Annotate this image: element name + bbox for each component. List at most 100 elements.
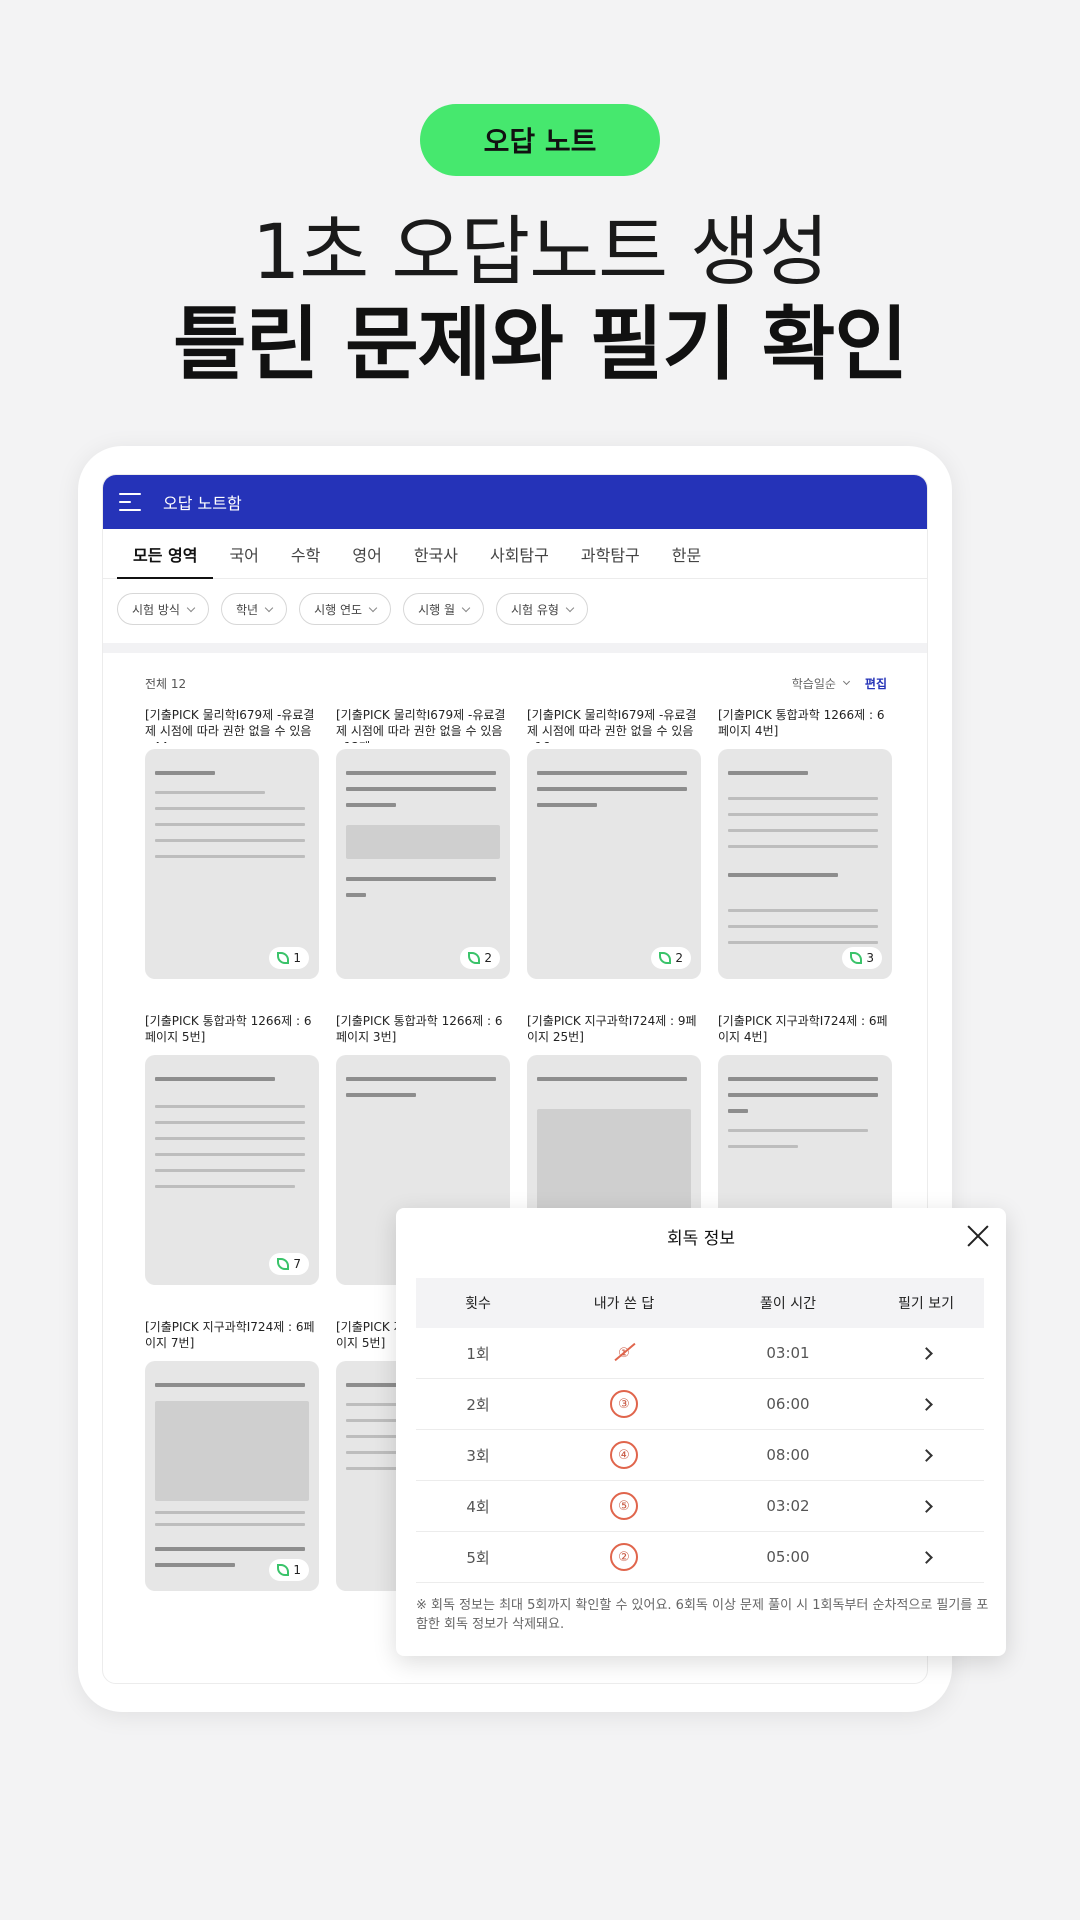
subject-tabs: 모든 영역 국어 수학 영어 한국사 사회탐구 과학탐구 한문 (103, 529, 927, 579)
review-info-sheet: 회독 정보 횟수 내가 쓴 답 풀이 시간 필기 보기 1회 ① 03:01 2… (396, 1208, 1006, 1656)
filter-year[interactable]: 시행 연도 (299, 593, 392, 625)
headline-line2: 틀린 문제와 필기 확인 (173, 298, 908, 391)
time-cell: 05:00 (766, 1548, 810, 1566)
tab-math[interactable]: 수학 (275, 529, 336, 578)
card-title: [기출PICK 통합과학 1266제 : 6페이지 5번] (145, 1014, 312, 1044)
answer-mark: ③ (610, 1390, 638, 1418)
table-row[interactable]: 1회 ① 03:01 (416, 1328, 984, 1379)
filter-label: 시행 월 (418, 602, 455, 617)
tab-korean-history[interactable]: 한국사 (398, 529, 474, 578)
round-cell: 4회 (466, 1497, 490, 1516)
chevron-right-icon (919, 1346, 933, 1360)
tab-korean[interactable]: 국어 (213, 529, 274, 578)
badge-count: 3 (866, 951, 874, 965)
edit-button[interactable]: 편집 (865, 675, 887, 692)
leaf-icon (468, 952, 481, 964)
card-title: [기출PICK 물리학I679제 -유료결제 시점에 따라 권한 없을 수 있음… (145, 708, 315, 743)
filter-exam-method[interactable]: 시험 방식 (117, 593, 209, 625)
review-count-badge: 1 (269, 1559, 309, 1581)
review-count-badge: 2 (651, 947, 691, 969)
chevron-down-icon (461, 603, 471, 612)
review-count-badge: 7 (269, 1253, 309, 1275)
time-cell: 03:01 (766, 1344, 810, 1362)
sheet-title: 회독 정보 (667, 1229, 735, 1249)
note-card[interactable]: [기출PICK 통합과학 1266제 : 6페이지 4번] 3 (718, 707, 892, 979)
round-cell: 2회 (466, 1395, 490, 1414)
tab-social-studies[interactable]: 사회탐구 (474, 529, 565, 578)
leaf-icon (659, 952, 672, 964)
view-notes-button[interactable] (868, 1346, 984, 1360)
round-cell: 3회 (466, 1446, 490, 1465)
review-count-badge: 1 (269, 947, 309, 969)
note-card[interactable]: [기출PICK 지구과학I724제 : 6페이지 7번] 1 (145, 1319, 319, 1591)
answer-cell: ① (540, 1339, 708, 1367)
review-count-badge: 2 (460, 947, 500, 969)
problem-thumbnail: 3 (718, 749, 892, 979)
filter-exam-type[interactable]: 시험 유형 (496, 593, 588, 625)
chevron-down-icon (842, 677, 850, 686)
tab-chinese[interactable]: 한문 (656, 529, 717, 578)
col-notes: 필기 보기 (898, 1296, 954, 1312)
leaf-icon (850, 952, 863, 964)
tab-all[interactable]: 모든 영역 (117, 529, 214, 579)
chevron-down-icon (368, 603, 378, 612)
answer-cell: ③ (540, 1390, 708, 1418)
answer-cell: ④ (540, 1441, 708, 1469)
section-divider (103, 643, 927, 653)
menu-icon[interactable] (119, 493, 141, 511)
chevron-right-icon (919, 1499, 933, 1513)
sort-label: 학습일순 (791, 676, 836, 691)
chevron-down-icon (565, 603, 575, 612)
section-pill: 오답 노트 (420, 104, 660, 176)
card-title: [기출PICK 지구과학I724제 : 9페이지 25번] (527, 1014, 697, 1044)
view-notes-button[interactable] (868, 1499, 984, 1513)
answer-mark: ② (610, 1543, 638, 1571)
leaf-icon (277, 1258, 290, 1270)
badge-count: 7 (293, 1257, 301, 1271)
card-title: [기출PICK 물리학I679제 -유료결제 시점에 따라 권한 없을 수 있음… (336, 708, 506, 743)
chevron-down-icon (186, 603, 196, 612)
close-icon[interactable] (966, 1224, 990, 1248)
chevron-right-icon (919, 1448, 933, 1462)
round-cell: 1회 (466, 1344, 490, 1363)
note-card[interactable]: [기출PICK 통합과학 1266제 : 6페이지 5번] 7 (145, 1013, 319, 1285)
filter-month[interactable]: 시행 월 (403, 593, 484, 625)
review-count-badge: 3 (842, 947, 882, 969)
table-header: 횟수 내가 쓴 답 풀이 시간 필기 보기 (416, 1278, 984, 1328)
badge-count: 2 (675, 951, 683, 965)
table-row[interactable]: 4회 ⑤ 03:02 (416, 1481, 984, 1532)
sort-dropdown[interactable]: 학습일순 (791, 675, 850, 692)
table-row[interactable]: 5회 ② 05:00 (416, 1532, 984, 1583)
view-notes-button[interactable] (868, 1550, 984, 1564)
view-notes-button[interactable] (868, 1397, 984, 1411)
card-title: [기출PICK 지구과학I724제 : 6페이지 7번] (145, 1320, 315, 1350)
note-card[interactable]: [기출PICK 물리학I679제 -유료결제 시점에 따라 권한 없을 수 있음… (336, 707, 510, 979)
col-round: 횟수 (465, 1296, 491, 1312)
card-title: [기출PICK 통합과학 1266제 : 6페이지 3번] (336, 1014, 503, 1044)
chevron-right-icon (919, 1397, 933, 1411)
answer-mark: ① (610, 1339, 638, 1367)
note-card[interactable]: [기출PICK 물리학I679제 -유료결제 시점에 따라 권한 없을 수 있음… (527, 707, 701, 979)
problem-thumbnail: 7 (145, 1055, 319, 1285)
col-answer: 내가 쓴 답 (593, 1296, 655, 1312)
time-cell: 06:00 (766, 1395, 810, 1413)
tab-science[interactable]: 과학탐구 (565, 529, 656, 578)
note-card[interactable]: [기출PICK 물리학I679제 -유료결제 시점에 따라 권한 없을 수 있음… (145, 707, 319, 979)
round-cell: 5회 (466, 1548, 490, 1567)
badge-count: 1 (293, 1563, 301, 1577)
card-title: [기출PICK 통합과학 1266제 : 6페이지 4번] (718, 708, 885, 738)
problem-thumbnail: 1 (145, 749, 319, 979)
filter-label: 시험 방식 (132, 602, 180, 617)
view-notes-button[interactable] (868, 1448, 984, 1462)
answer-cell: ② (540, 1543, 708, 1571)
leaf-icon (277, 1564, 290, 1576)
total-count: 전체 12 (145, 676, 187, 691)
filter-grade[interactable]: 학년 (220, 593, 288, 625)
tab-english[interactable]: 영어 (336, 529, 397, 578)
chevron-down-icon (264, 603, 274, 612)
table-row[interactable]: 2회 ③ 06:00 (416, 1379, 984, 1430)
app-bar: 오답 노트함 (103, 475, 927, 529)
answer-mark: ⑤ (610, 1492, 638, 1520)
filter-label: 학년 (235, 602, 259, 617)
table-row[interactable]: 3회 ④ 08:00 (416, 1430, 984, 1481)
